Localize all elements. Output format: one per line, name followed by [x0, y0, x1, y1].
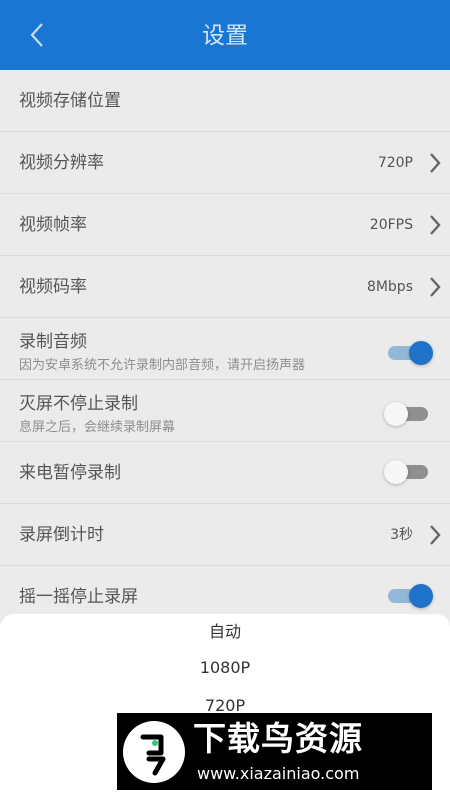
app-bar: 设置 — [0, 0, 450, 70]
option-auto[interactable]: 自动 — [0, 621, 450, 643]
setting-description: 因为安卓系统不允许录制内部音频，请开启扬声器 — [19, 358, 306, 373]
toggle-knob — [409, 341, 433, 365]
bird-logo-icon — [123, 721, 185, 783]
setting-record-audio[interactable]: 录制音频 因为安卓系统不允许录制内部音频，请开启扬声器 — [0, 318, 450, 380]
option-1080p[interactable]: 1080P — [0, 657, 450, 679]
toggle-knob — [384, 460, 408, 484]
setting-bitrate[interactable]: 视频码率 8Mbps — [0, 256, 450, 318]
setting-label: 来电暂停录制 — [19, 463, 121, 483]
record-audio-toggle[interactable] — [386, 341, 433, 365]
setting-countdown[interactable]: 录屏倒计时 3秒 — [0, 504, 450, 566]
setting-value: 3秒 — [390, 527, 413, 543]
watermark-banner: 下载鸟资源 www.xiazainiao.com — [117, 713, 432, 790]
pause-on-call-toggle[interactable] — [384, 460, 430, 484]
setting-label: 录制音频 — [19, 332, 87, 352]
setting-label: 视频存储位置 — [19, 91, 121, 111]
toggle-knob — [409, 584, 433, 608]
setting-value: 720P — [377, 155, 413, 171]
setting-resolution[interactable]: 视频分辨率 720P — [0, 132, 450, 194]
chevron-right-icon — [430, 277, 441, 297]
watermark-url: www.xiazainiao.com — [197, 764, 360, 783]
setting-frame-rate[interactable]: 视频帧率 20FPS — [0, 194, 450, 256]
setting-screen-off-recording[interactable]: 灭屏不停止录制 息屏之后，会继续录制屏幕 — [0, 380, 450, 442]
chevron-right-icon — [430, 153, 441, 173]
setting-label: 摇一摇停止录屏 — [19, 587, 138, 607]
setting-storage-location[interactable]: 视频存储位置 — [0, 70, 450, 132]
toggle-knob — [384, 402, 408, 426]
setting-value: 8Mbps — [366, 279, 413, 295]
setting-label: 录屏倒计时 — [19, 525, 104, 545]
screen-off-recording-toggle[interactable] — [384, 402, 430, 426]
setting-label: 视频分辨率 — [19, 153, 104, 173]
setting-pause-on-call[interactable]: 来电暂停录制 — [0, 442, 450, 504]
setting-label: 视频帧率 — [19, 215, 87, 235]
watermark-title: 下载鸟资源 — [193, 719, 363, 758]
setting-label: 视频码率 — [19, 277, 87, 297]
chevron-right-icon — [430, 525, 441, 545]
shake-to-stop-toggle[interactable] — [386, 584, 433, 608]
setting-description: 息屏之后，会继续录制屏幕 — [19, 420, 176, 435]
settings-list: 视频存储位置 视频分辨率 720P 视频帧率 20FPS 视频码率 8Mbps … — [0, 70, 450, 628]
setting-value: 20FPS — [369, 217, 413, 233]
setting-label: 灭屏不停止录制 — [19, 394, 138, 414]
chevron-right-icon — [430, 215, 441, 235]
page-title: 设置 — [202, 23, 248, 49]
